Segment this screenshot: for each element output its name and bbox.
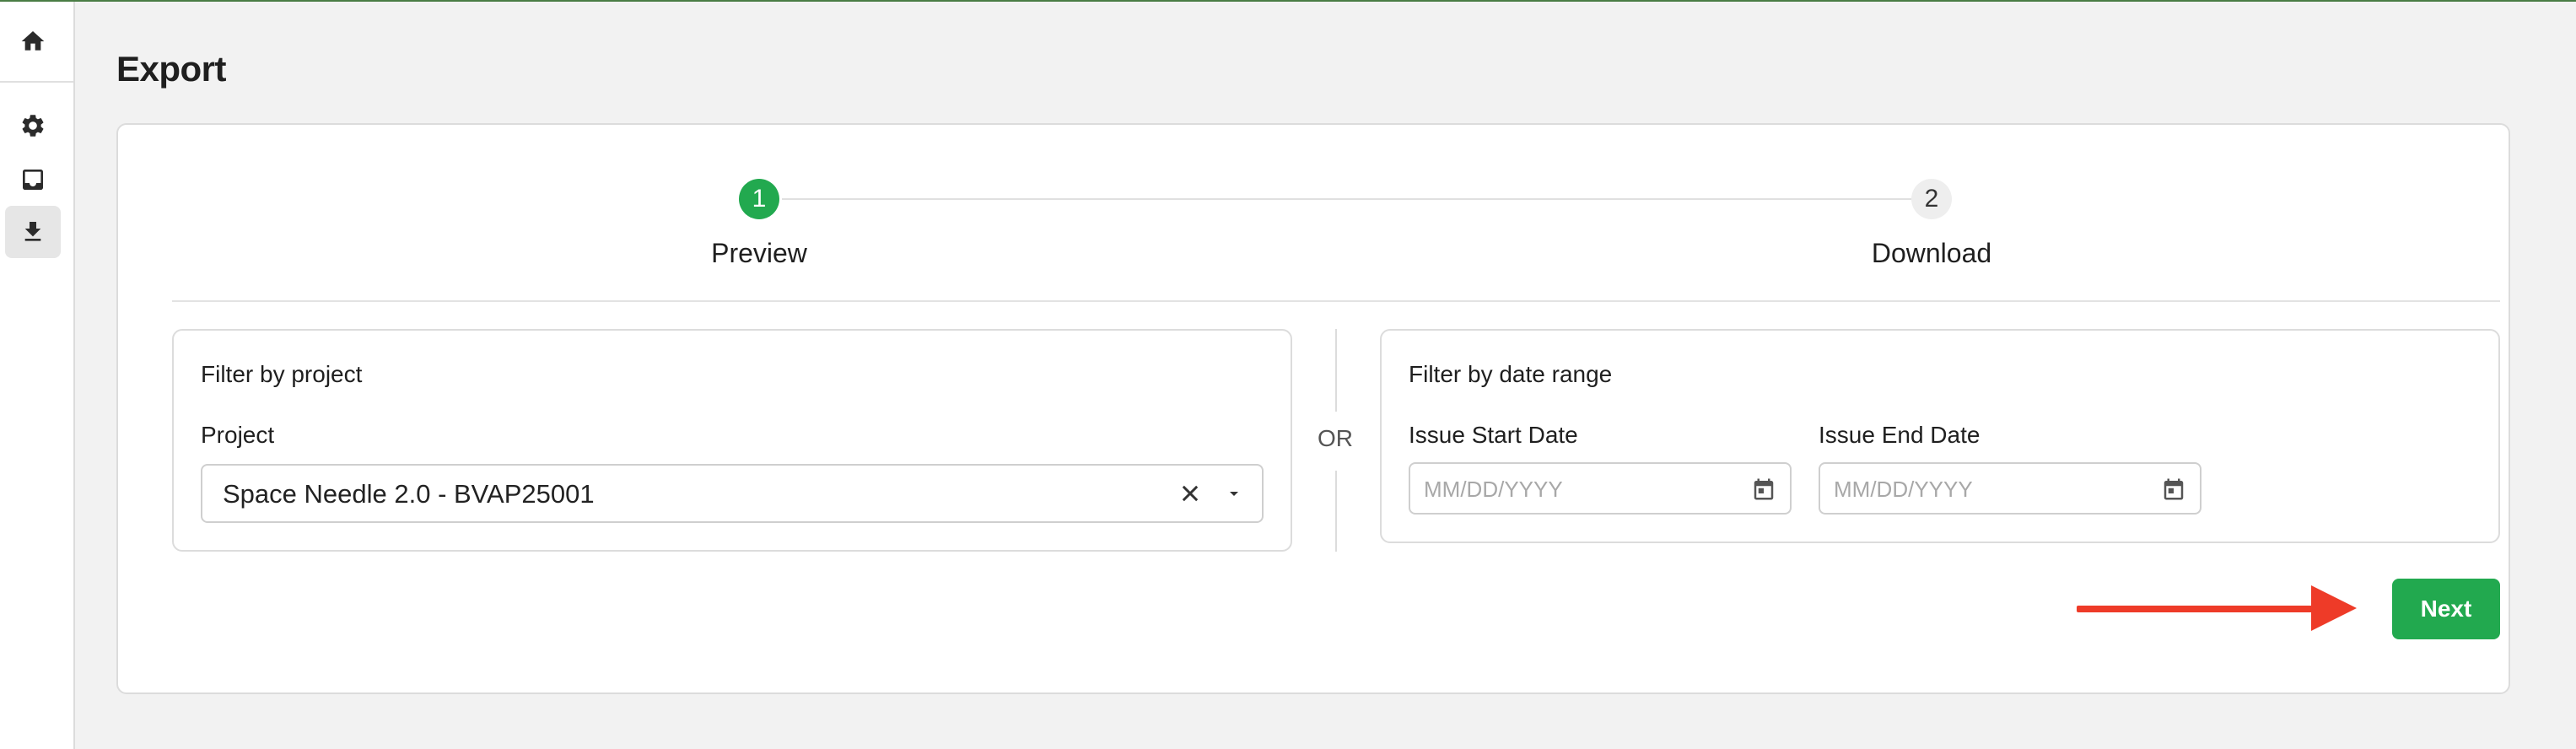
start-date-input[interactable]: MM/DD/YYYY (1409, 462, 1792, 515)
start-date-placeholder: MM/DD/YYYY (1424, 477, 1563, 502)
sidebar (0, 2, 75, 749)
end-date-placeholder: MM/DD/YYYY (1834, 477, 1973, 502)
stepper-divider (172, 300, 2500, 302)
project-select[interactable]: Space Needle 2.0 - BVAP25001 (201, 464, 1264, 523)
sidebar-item-settings[interactable] (5, 100, 61, 152)
calendar-icon[interactable] (1751, 477, 1776, 502)
project-filter-title: Filter by project (201, 361, 363, 387)
home-icon (21, 31, 45, 51)
sidebar-item-inbox[interactable] (5, 154, 61, 206)
close-icon (1182, 485, 1199, 502)
top-accent-line (0, 0, 2576, 2)
step-1-indicator: 1 (739, 179, 779, 219)
sidebar-item-home[interactable] (5, 15, 61, 67)
next-button[interactable]: Next (2392, 579, 2500, 639)
download-icon (24, 222, 41, 241)
sidebar-item-export[interactable] (5, 206, 61, 258)
step-2-label: Download (1871, 238, 1992, 268)
gear-icon (22, 115, 44, 137)
calendar-icon[interactable] (2161, 477, 2186, 502)
inbox-icon (23, 170, 43, 190)
end-date-input[interactable]: MM/DD/YYYY (1819, 462, 2201, 515)
annotation-arrow-icon (2311, 585, 2357, 631)
or-label: OR (1318, 425, 1353, 451)
page-title: Export (116, 49, 227, 89)
dropdown-toggle[interactable] (1215, 466, 1253, 521)
annotation-arrow-shaft (2077, 606, 2321, 612)
or-divider-bottom (1335, 471, 1337, 552)
project-field-label: Project (201, 422, 275, 448)
clear-selection-button[interactable] (1169, 466, 1211, 521)
or-divider-top (1335, 329, 1337, 412)
start-date-label: Issue Start Date (1409, 422, 1578, 448)
caret-down-icon (1230, 492, 1238, 496)
date-filter-title: Filter by date range (1409, 361, 1613, 387)
step-1-label: Preview (711, 238, 807, 268)
project-select-value: Space Needle 2.0 - BVAP25001 (223, 479, 595, 509)
end-date-label: Issue End Date (1819, 422, 1981, 448)
sidebar-divider (0, 81, 73, 83)
step-2-indicator: 2 (1911, 179, 1952, 219)
stepper-connector (782, 198, 1912, 200)
